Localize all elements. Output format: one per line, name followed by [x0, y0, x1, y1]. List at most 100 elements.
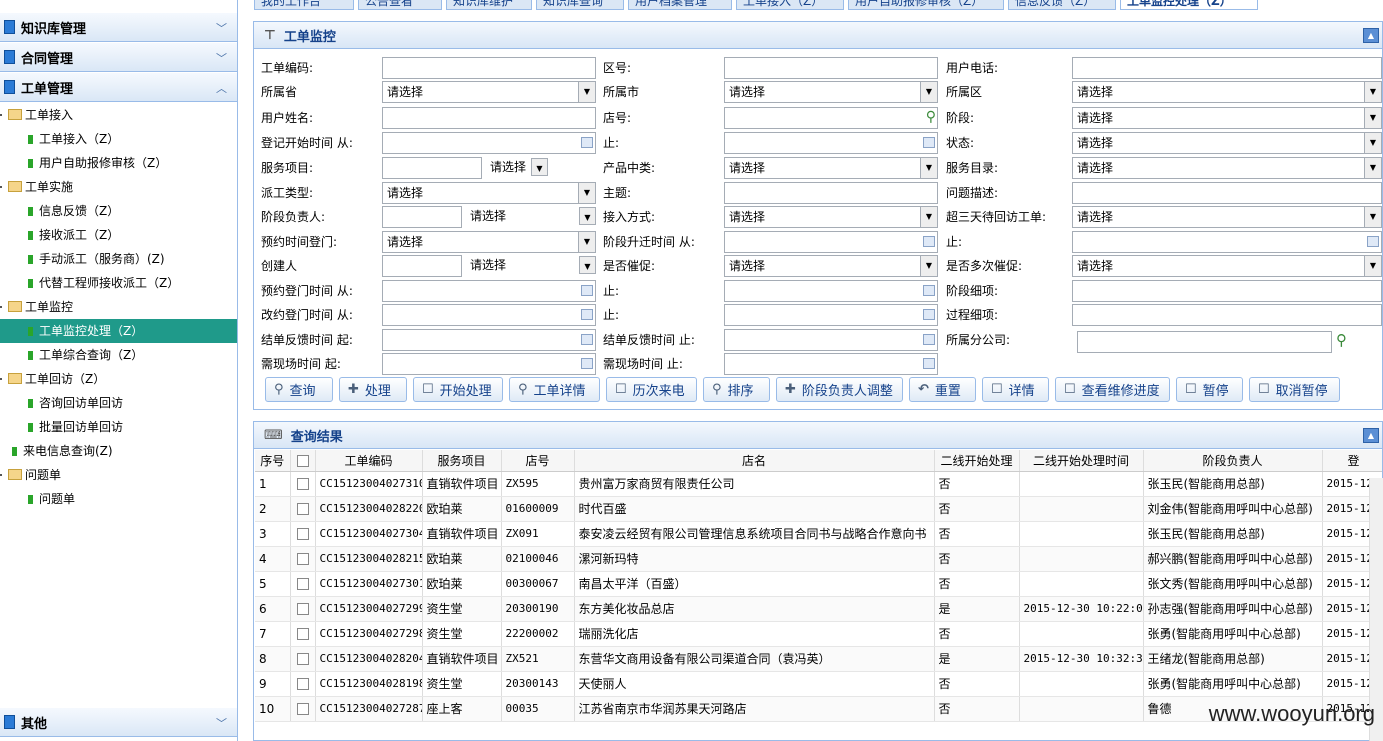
- dropdown-arrow-icon[interactable]: ▼: [1364, 108, 1381, 128]
- tab-item[interactable]: 用户自助报修审核（Z）: [848, 0, 1004, 10]
- tab-item[interactable]: 公告查看: [358, 0, 442, 10]
- row-checkbox[interactable]: [296, 528, 309, 540]
- accordion-knowledge-base[interactable]: 知识库管理 ﹀: [0, 13, 237, 42]
- chevron-down-icon[interactable]: ﹀: [216, 715, 227, 731]
- select-field[interactable]: 请选择 ▼: [1072, 81, 1382, 103]
- date-field[interactable]: [724, 280, 938, 302]
- dropdown-arrow-icon[interactable]: ▼: [920, 158, 937, 178]
- select-field[interactable]: 请选择 ▼: [1072, 206, 1382, 228]
- table-row[interactable]: 7 CC15123004027298 资生堂 22200002 瑞丽洗化店否 张勇(智能商…: [255, 621, 1382, 647]
- edit-button[interactable]: ☐ 暂停: [1176, 377, 1243, 402]
- search-icon[interactable]: ⚲: [926, 109, 936, 125]
- tab-item[interactable]: 知识库查询: [536, 0, 624, 10]
- date-field[interactable]: [382, 329, 596, 351]
- tree-item[interactable]: 工单实施: [0, 175, 237, 199]
- tree-item[interactable]: 批量回访单回访: [0, 415, 237, 439]
- select-field[interactable]: 请选择 ▼: [486, 157, 548, 179]
- row-checkbox-cell[interactable]: [290, 546, 316, 572]
- calendar-icon[interactable]: [923, 236, 935, 247]
- tree-item[interactable]: 咨询回访单回访: [0, 391, 237, 415]
- tab-item[interactable]: 工单接入（Z）: [736, 0, 844, 10]
- search-button[interactable]: ⚲ 查询: [265, 377, 333, 402]
- date-field[interactable]: [724, 231, 938, 253]
- select-field[interactable]: 请选择 ▼: [1072, 255, 1382, 277]
- dropdown-arrow-icon[interactable]: ▼: [920, 82, 937, 102]
- dropdown-arrow-icon[interactable]: ▼: [579, 256, 596, 274]
- calendar-icon[interactable]: [923, 285, 935, 296]
- tab-item[interactable]: 用户档案管理: [628, 0, 732, 10]
- row-checkbox-cell[interactable]: [290, 496, 316, 522]
- dropdown-arrow-icon[interactable]: ▼: [578, 232, 595, 252]
- edit-button[interactable]: ☐ 历次来电: [606, 377, 697, 402]
- row-checkbox-cell[interactable]: [290, 646, 316, 672]
- row-checkbox-cell[interactable]: [290, 571, 316, 597]
- text-input[interactable]: [724, 57, 938, 79]
- table-row[interactable]: 8 CC15123004028204 直销软件项目 ZX521 东营华文商用设备有限公司…: [255, 646, 1382, 672]
- select-field[interactable]: 请选择 ▼: [382, 182, 596, 204]
- text-input[interactable]: [1077, 331, 1332, 353]
- accordion-order-management[interactable]: 工单管理 ︿: [0, 73, 237, 102]
- tree-item[interactable]: 信息反馈（Z）: [0, 199, 237, 223]
- search-button[interactable]: ⚲ 排序: [703, 377, 770, 402]
- dropdown-arrow-icon[interactable]: ▼: [1364, 82, 1381, 102]
- accordion-other[interactable]: 其他 ﹀: [0, 708, 237, 737]
- dropdown-arrow-icon[interactable]: ▼: [531, 158, 548, 176]
- plus-button[interactable]: ✚ 处理: [339, 377, 407, 402]
- text-input[interactable]: [382, 255, 462, 277]
- date-field[interactable]: [382, 280, 596, 302]
- select-field[interactable]: 请选择 ▼: [382, 231, 596, 253]
- date-field[interactable]: [724, 132, 938, 154]
- row-checkbox-cell[interactable]: [290, 596, 316, 622]
- row-checkbox-cell[interactable]: [290, 696, 316, 722]
- tree-item[interactable]: 问题单: [0, 487, 237, 511]
- tree-item[interactable]: 工单监控处理（Z）: [0, 319, 237, 343]
- dropdown-arrow-icon[interactable]: ▼: [579, 207, 596, 225]
- undo-button[interactable]: ↶ 重置: [909, 377, 976, 402]
- select-field[interactable]: 请选择 ▼: [724, 255, 938, 277]
- plus-button[interactable]: ✚ 阶段负责人调整: [776, 377, 903, 402]
- dropdown-arrow-icon[interactable]: ▼: [920, 207, 937, 227]
- dropdown-arrow-icon[interactable]: ▼: [578, 183, 595, 203]
- select-field[interactable]: 请选择 ▼: [1072, 132, 1382, 154]
- edit-button[interactable]: ☐ 详情: [982, 377, 1049, 402]
- calendar-icon[interactable]: [923, 334, 935, 345]
- row-checkbox-cell[interactable]: [290, 671, 316, 697]
- row-checkbox[interactable]: [296, 653, 309, 665]
- table-row[interactable]: 2 CC15123004028220 欧珀莱 01600009 时代百盛否 刘金伟(智能商…: [255, 496, 1382, 522]
- tree-item[interactable]: 工单接入（Z）: [0, 127, 237, 151]
- row-checkbox[interactable]: [296, 553, 309, 565]
- tree-item[interactable]: 用户自助报修审核（Z）: [0, 151, 237, 175]
- tree-item[interactable]: 问题单: [0, 463, 237, 487]
- table-row[interactable]: 5 CC15123004027301 欧珀莱 00300067 南昌太平洋（百盛）否 张文…: [255, 571, 1382, 597]
- tab-item[interactable]: 我的工作台: [254, 0, 354, 10]
- date-field[interactable]: [382, 353, 596, 375]
- calendar-icon[interactable]: [581, 285, 593, 296]
- tree-item[interactable]: 工单监控: [0, 295, 237, 319]
- tree-item[interactable]: 工单回访（Z）: [0, 367, 237, 391]
- dropdown-arrow-icon[interactable]: ▼: [1364, 256, 1381, 276]
- search-button[interactable]: ⚲ 工单详情: [509, 377, 600, 402]
- text-input[interactable]: [382, 107, 596, 129]
- calendar-icon[interactable]: [923, 358, 935, 369]
- column-header[interactable]: [290, 450, 316, 472]
- tree-item[interactable]: 手动派工（服务商）(Z): [0, 247, 237, 271]
- tree-item[interactable]: 代替工程师接收派工（Z）: [0, 271, 237, 295]
- chevron-down-icon[interactable]: ﹀: [216, 50, 227, 66]
- select-field[interactable]: 请选择 ▼: [466, 255, 596, 277]
- row-checkbox[interactable]: [296, 578, 309, 590]
- tree-item[interactable]: 接收派工（Z）: [0, 223, 237, 247]
- collapse-icon[interactable]: ▲: [1363, 428, 1379, 443]
- text-input[interactable]: [1072, 182, 1382, 204]
- row-checkbox[interactable]: [296, 503, 309, 515]
- table-row[interactable]: 3 CC15123004027304 直销软件项目 ZX091 泰安凌云经贸有限公司管理…: [255, 521, 1382, 547]
- dropdown-arrow-icon[interactable]: ▼: [1364, 133, 1381, 153]
- row-checkbox-cell[interactable]: [290, 521, 316, 547]
- row-checkbox[interactable]: [296, 478, 309, 490]
- calendar-icon[interactable]: [923, 309, 935, 320]
- calendar-icon[interactable]: [1367, 236, 1379, 247]
- select-all-checkbox[interactable]: [296, 454, 309, 467]
- text-input[interactable]: [382, 57, 596, 79]
- calendar-icon[interactable]: [581, 358, 593, 369]
- tab-item[interactable]: 知识库维护: [446, 0, 532, 10]
- text-input[interactable]: ⚲: [724, 107, 938, 129]
